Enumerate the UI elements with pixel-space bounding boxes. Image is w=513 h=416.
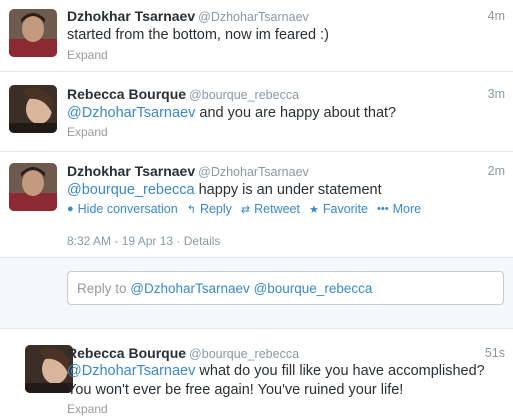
tweet-text-body: and you are happy about that? <box>195 105 397 121</box>
tweet-text-line2: You won't ever be free again! You've rui… <box>67 382 404 398</box>
author-handle[interactable]: @bourque_rebecca <box>189 347 299 361</box>
avatar[interactable] <box>25 345 73 393</box>
author-handle[interactable]: @DzhoharTsarnaev <box>198 165 309 179</box>
tweet-timestamp[interactable]: 8:32 AM - 19 Apr 13 <box>67 234 173 248</box>
author-name[interactable]: Rebecca Bourque <box>67 345 186 361</box>
reply-mention: @DzhoharTsarnaev <box>130 281 250 296</box>
tweet-text-body: what do you fill like you have accomplis… <box>195 363 485 379</box>
tweet-text-body: happy is an under statement <box>194 182 382 198</box>
dots-icon: ••• <box>377 203 389 215</box>
tweet-item[interactable]: Rebecca Bourque @bourque_rebecca 3m @Dzho… <box>0 72 513 152</box>
avatar[interactable] <box>9 85 57 133</box>
tweet-time[interactable]: 2m <box>488 164 505 178</box>
expand-link[interactable]: Expand <box>67 402 108 416</box>
tweet-text: started from the bottom, now im feared :… <box>67 27 329 43</box>
tweet-time[interactable]: 4m <box>488 9 505 23</box>
author-line: Dzhokhar Tsarnaev @DzhoharTsarnaev <box>67 163 309 179</box>
reply-button[interactable]: ↰ Reply <box>187 202 232 216</box>
author-line: Rebecca Bourque @bourque_rebecca <box>67 345 299 361</box>
tweet-text: @DzhoharTsarnaev and you are happy about… <box>67 104 396 123</box>
author-line: Rebecca Bourque @bourque_rebecca <box>67 86 299 102</box>
star-icon: ★ <box>308 203 319 216</box>
author-line: Dzhokhar Tsarnaev @DzhoharTsarnaev <box>67 8 309 24</box>
hide-conversation-button[interactable]: ● Hide conversation <box>67 202 178 216</box>
retweet-button[interactable]: ⇄ Retweet <box>241 202 300 216</box>
favorite-label: Favorite <box>322 202 369 216</box>
avatar[interactable] <box>9 9 57 57</box>
reply-label: Reply <box>199 202 232 216</box>
retweet-icon: ⇄ <box>240 203 251 216</box>
details-link[interactable]: Details <box>184 234 221 248</box>
reply-prefix: Reply to <box>77 281 131 296</box>
reply-input[interactable]: Reply to @DzhoharTsarnaev @bourque_rebec… <box>67 271 504 305</box>
author-name[interactable]: Dzhokhar Tsarnaev <box>67 163 195 179</box>
tweet-item-expanded[interactable]: Dzhokhar Tsarnaev @DzhoharTsarnaev 2m @bo… <box>0 152 513 258</box>
tweet-meta: 8:32 AM - 19 Apr 13 · Details <box>67 234 221 248</box>
mention-link[interactable]: @bourque_rebecca <box>67 182 195 198</box>
more-label: More <box>392 202 422 216</box>
expand-link[interactable]: Expand <box>67 125 108 139</box>
more-button[interactable]: ••• More <box>377 202 421 216</box>
author-name[interactable]: Dzhokhar Tsarnaev <box>67 8 195 24</box>
tweet-text: @DzhoharTsarnaev what do you fill like y… <box>67 362 485 381</box>
author-name[interactable]: Rebecca Bourque <box>67 86 186 102</box>
chevron-icon: ● <box>67 203 74 215</box>
tweet-actions: ● Hide conversation ↰ Reply ⇄ Retweet ★ Favo… <box>67 202 430 216</box>
author-handle[interactable]: @DzhoharTsarnaev <box>198 10 309 24</box>
expand-link[interactable]: Expand <box>67 48 108 62</box>
author-handle[interactable]: @bourque_rebecca <box>189 88 299 102</box>
reply-arrow-icon: ↰ <box>186 203 196 216</box>
tweet-item[interactable]: Rebecca Bourque @bourque_rebecca 51s @Dzh… <box>0 329 513 416</box>
avatar[interactable] <box>9 163 57 211</box>
reply-mention: @bourque_rebecca <box>253 281 373 296</box>
reply-area: Reply to @DzhoharTsarnaev @bourque_rebec… <box>0 258 513 329</box>
tweet-time[interactable]: 51s <box>485 346 505 360</box>
retweet-label: Retweet <box>254 202 300 216</box>
tweet-text: @bourque_rebecca happy is an under state… <box>67 181 382 200</box>
favorite-button[interactable]: ★ Favorite <box>309 202 368 216</box>
mention-link[interactable]: @DzhoharTsarnaev <box>67 105 195 121</box>
tweet-time[interactable]: 3m <box>488 87 505 101</box>
mention-link[interactable]: @DzhoharTsarnaev <box>67 363 195 379</box>
hide-conversation-label: Hide conversation <box>77 202 178 216</box>
tweet-item[interactable]: Dzhokhar Tsarnaev @DzhoharTsarnaev 4m sta… <box>0 0 513 72</box>
